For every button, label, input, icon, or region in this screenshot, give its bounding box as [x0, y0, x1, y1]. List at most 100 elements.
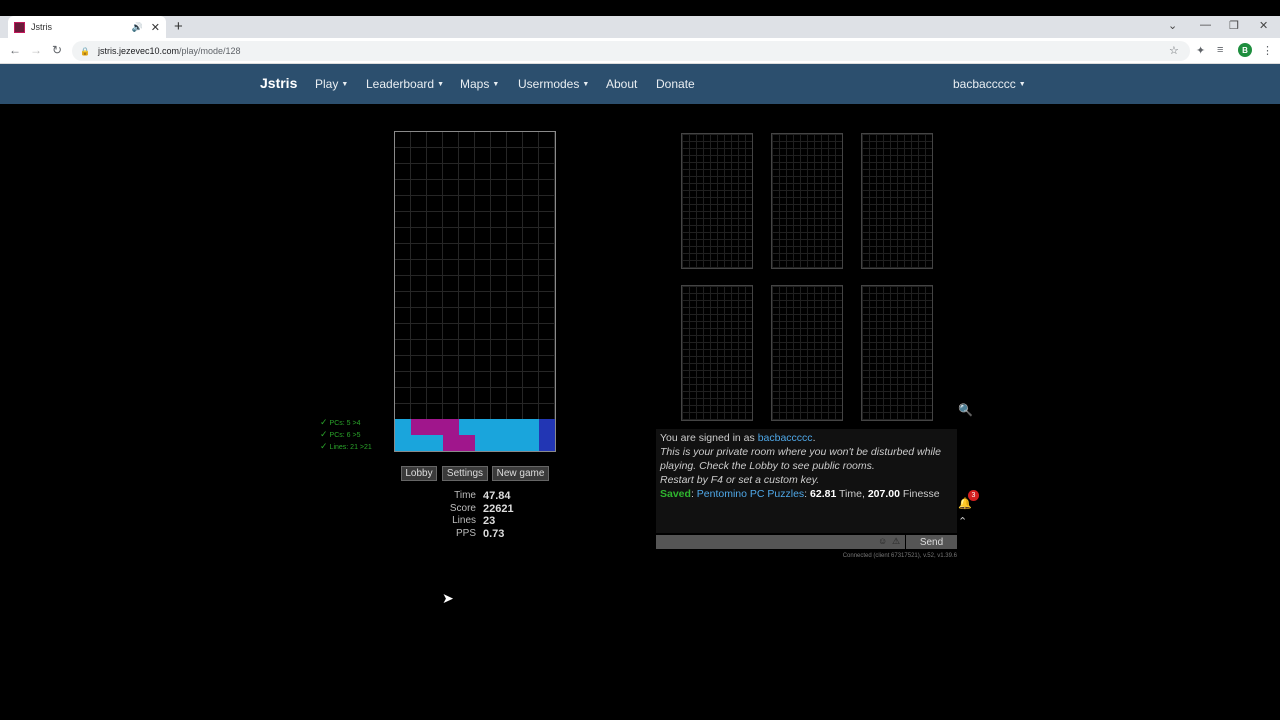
- opponent-board: [681, 133, 753, 269]
- lobby-button[interactable]: Lobby: [401, 466, 437, 481]
- new-game-button[interactable]: New game: [492, 466, 549, 481]
- stat-label: Lines: [452, 515, 476, 526]
- browser-tabstrip: Jstris 🔊 ✕ + ⌄ — ❐ ✕: [0, 16, 1280, 38]
- chat-finesse-label: Finesse: [902, 488, 940, 500]
- board-cell: [459, 435, 475, 451]
- chat-time-label: Time,: [839, 488, 865, 500]
- zoom-icon[interactable]: 🔍: [958, 403, 973, 417]
- url-field[interactable]: 🔒 jstris.jezevec10.com/play/mode/128: [72, 41, 1190, 61]
- check-item-label: PCs: 6 >5: [329, 432, 361, 439]
- tab-search-icon[interactable]: ⌄: [1168, 19, 1177, 32]
- chat-finesse-value: 207.00: [867, 488, 900, 500]
- caret-down-icon: ▼: [582, 81, 590, 89]
- stat-pps: PPS 0.73: [440, 528, 514, 541]
- address-bar-row: ← → ↻ 🔒 jstris.jezevec10.com/play/mode/1…: [0, 38, 1280, 64]
- nav-user-menu[interactable]: bacbaccccc ▼: [953, 77, 1026, 91]
- tab-title: Jstris: [31, 22, 52, 32]
- send-button[interactable]: Send: [906, 535, 957, 549]
- settings-button[interactable]: Settings: [442, 466, 488, 481]
- board-cell: [539, 419, 555, 435]
- chat-private-msg: This is your private room where you won'…: [660, 446, 941, 472]
- board-cell: [411, 419, 427, 435]
- url-host: jstris.jezevec10.com: [97, 46, 179, 56]
- close-tab-icon[interactable]: ✕: [151, 21, 160, 34]
- check-item: ✓ Lines: 21 >21: [320, 441, 372, 453]
- check-item-label: PCs: 5 >4: [329, 420, 361, 427]
- nav-username: bacbaccccc: [953, 77, 1016, 91]
- check-item-label: Lines: 21 >21: [329, 444, 372, 451]
- game-stats: Time 47.84 Score 22621 Lines 23 PPS 0.73: [440, 490, 514, 540]
- nav-maps-label: Maps: [460, 77, 490, 91]
- minimize-icon[interactable]: —: [1200, 19, 1211, 31]
- new-tab-button[interactable]: +: [174, 18, 183, 35]
- opponent-board: [861, 133, 933, 269]
- chat-input[interactable]: [656, 535, 905, 549]
- chat-saved-label: Saved: [660, 488, 691, 500]
- opponent-board: [681, 285, 753, 421]
- board-cell: [395, 419, 411, 435]
- back-icon[interactable]: ←: [9, 43, 21, 57]
- chat-mode-link[interactable]: Pentomino PC Puzzles: [697, 488, 804, 500]
- site-navbar: Jstris Play ▼ Leaderboard ▼ Maps ▼ Usermode…: [0, 64, 1280, 104]
- chevron-up-icon[interactable]: ⌃: [958, 515, 967, 528]
- board-cell: [459, 419, 475, 435]
- board-cell: [491, 435, 507, 451]
- nav-donate[interactable]: Donate: [656, 77, 695, 91]
- board-cell: [507, 419, 523, 435]
- forward-icon[interactable]: →: [30, 43, 42, 57]
- warning-icon[interactable]: ⚠: [892, 536, 900, 547]
- board-cell: [523, 419, 539, 435]
- browser-tab[interactable]: Jstris 🔊 ✕: [8, 16, 166, 38]
- nav-play[interactable]: Play ▼: [315, 77, 348, 91]
- caret-down-icon: ▼: [1018, 81, 1026, 89]
- caret-down-icon: ▼: [437, 81, 444, 89]
- stat-label: PPS: [455, 527, 476, 539]
- speaker-icon[interactable]: 🔊: [132, 22, 143, 33]
- reading-list-icon[interactable]: ≡: [1217, 44, 1223, 56]
- board-cell: [491, 419, 507, 435]
- stat-score: Score 22621: [440, 503, 514, 516]
- board-cell: [507, 435, 523, 451]
- brand-logo[interactable]: Jstris: [260, 75, 297, 91]
- profile-avatar[interactable]: B: [1238, 43, 1252, 57]
- nav-leaderboard[interactable]: Leaderboard ▼: [366, 77, 444, 91]
- menu-kebab-icon[interactable]: ⋮: [1262, 44, 1273, 57]
- board-cell: [443, 435, 459, 451]
- chat-username[interactable]: bacbaccccc: [758, 432, 813, 444]
- nav-about[interactable]: About: [606, 77, 637, 91]
- nav-play-label: Play: [315, 77, 339, 91]
- reload-icon[interactable]: ↻: [52, 43, 62, 57]
- stat-lines: Lines 23: [440, 515, 514, 528]
- board-cell: [427, 435, 443, 451]
- board-cell: [427, 419, 443, 435]
- restore-icon[interactable]: ❐: [1229, 19, 1239, 32]
- caret-down-icon: ▼: [492, 81, 500, 89]
- game-board: [394, 131, 556, 452]
- nav-usermodes[interactable]: Usermodes ▼: [518, 77, 589, 91]
- board-cell: [411, 435, 427, 451]
- notification-badge: 3: [968, 490, 979, 501]
- mouse-cursor-icon: ➤: [442, 590, 454, 606]
- board-cell: [443, 419, 459, 435]
- board-cell: [395, 435, 411, 451]
- check-item: ✓ PCs: 6 >5: [320, 429, 372, 441]
- url-path: /play/mode/128: [179, 46, 241, 56]
- chat-restart-msg: Restart by F4 or set a custom key.: [660, 474, 820, 486]
- caret-down-icon: ▼: [341, 81, 349, 89]
- nav-maps[interactable]: Maps ▼: [460, 77, 499, 91]
- chat-signed-prefix: You are signed in as: [660, 432, 755, 444]
- stat-value: 47.84: [483, 490, 511, 502]
- window-close-icon[interactable]: ✕: [1259, 19, 1268, 32]
- extensions-icon[interactable]: ✦: [1196, 44, 1205, 57]
- board-cell: [475, 419, 491, 435]
- emoji-icon[interactable]: ☺: [878, 536, 887, 546]
- checkmark-icon: ✓: [320, 441, 328, 451]
- board-cell: [523, 435, 539, 451]
- opponent-board: [771, 133, 843, 269]
- chat-box: You are signed in as bacbaccccc. This is…: [656, 429, 957, 533]
- stat-value: 0.73: [483, 527, 505, 540]
- chat-time-value: 62.81: [810, 488, 837, 500]
- checkmark-icon: ✓: [320, 429, 328, 439]
- board-cell: [539, 435, 555, 451]
- bookmark-star-icon[interactable]: ☆: [1169, 44, 1179, 57]
